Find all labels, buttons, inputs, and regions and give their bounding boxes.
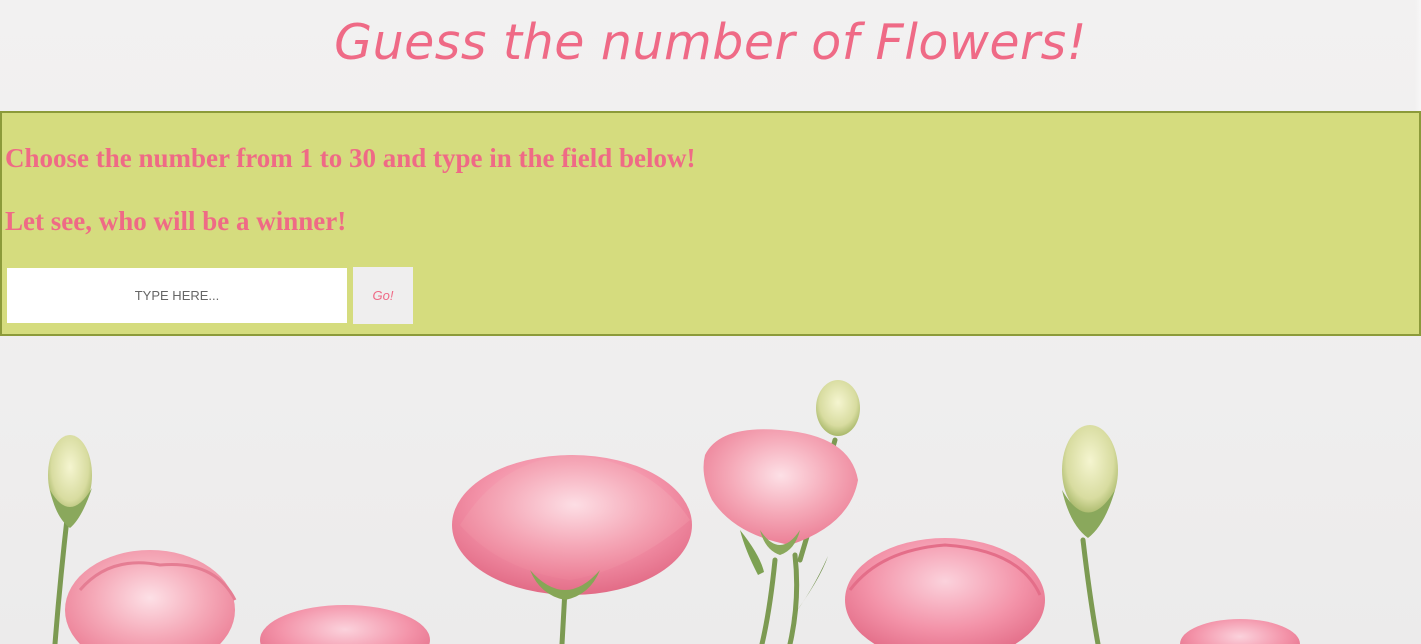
winner-text: Let see, who will be a winner! [5,206,347,236]
flower-lisianthus [703,429,858,555]
flower-center [452,455,692,600]
guess-input[interactable] [7,268,347,323]
bud-top [816,380,860,436]
flower-right [845,538,1045,644]
bud-left [48,435,92,528]
flower-far-right [1180,619,1300,644]
flower-bottom-left [65,550,237,644]
bud-right [1062,425,1118,538]
game-panel: Choose the number from 1 to 30 and type … [0,111,1421,336]
page: Guess the number of Flowers! Choose the … [0,0,1421,644]
page-title: Guess the number of Flowers! [334,14,1087,71]
go-button[interactable]: Go! [353,267,413,324]
flowers-image [48,380,1300,644]
flower-bottom-mid [260,605,430,644]
instruction-text: Choose the number from 1 to 30 and type … [5,143,696,173]
